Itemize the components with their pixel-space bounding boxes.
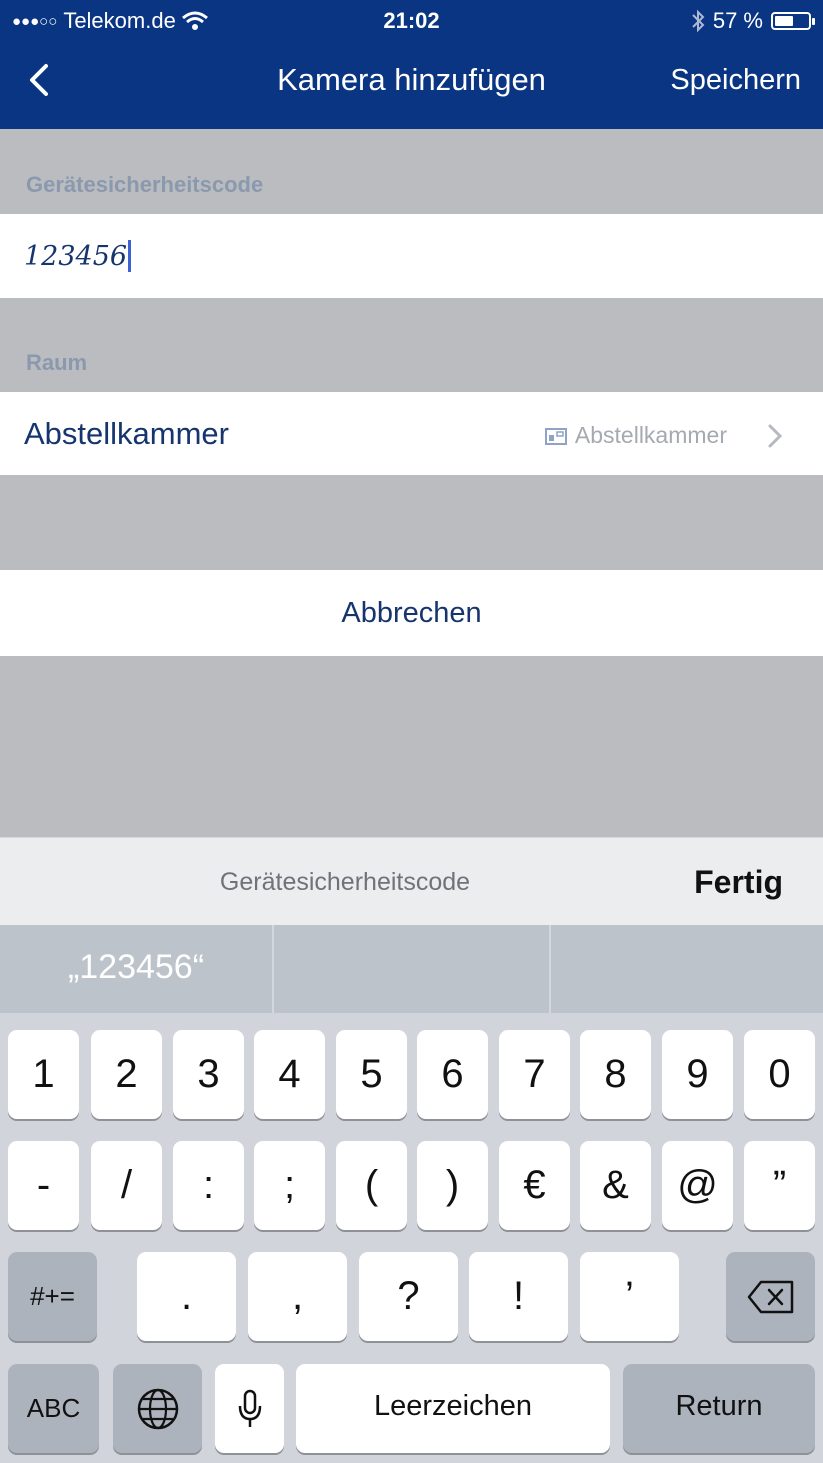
globe-icon — [137, 1388, 178, 1430]
key-row3-1[interactable]: , — [248, 1252, 347, 1341]
text-caret — [128, 240, 132, 272]
key-row2-5[interactable]: ) — [417, 1141, 488, 1230]
nav-bar: Kamera hinzufügen Speichern — [0, 42, 823, 122]
return-key[interactable]: Return — [623, 1364, 815, 1453]
key-row2-4[interactable]: ( — [336, 1141, 407, 1230]
key-more-symbols[interactable]: #+= — [8, 1252, 97, 1341]
key-row3-2[interactable]: ? — [359, 1252, 458, 1341]
key-row3-4[interactable]: ’ — [580, 1252, 679, 1341]
bluetooth-icon — [692, 9, 705, 33]
globe-key[interactable] — [113, 1364, 202, 1453]
room-icon — [544, 427, 567, 445]
security-code-value: 123456 — [24, 240, 128, 272]
room-section-label: Raum — [26, 350, 88, 375]
key-row1-0[interactable]: 1 — [8, 1030, 79, 1119]
key-row3-3[interactable]: ! — [469, 1252, 568, 1341]
accessory-field-label: Gerätesicherheitscode — [219, 868, 471, 896]
key-row1-9[interactable]: 0 — [744, 1030, 815, 1119]
security-code-row[interactable]: 123456 — [0, 214, 823, 298]
status-bar: ●●●○○ Telekom.de 21:02 57 % — [0, 0, 823, 42]
suggestion-bar: „123456“ — [0, 925, 823, 1013]
battery-percentage: 57 % — [712, 8, 763, 33]
key-row2-2[interactable]: : — [173, 1141, 244, 1230]
room-label: Abstellkammer — [24, 416, 229, 451]
abc-key[interactable]: ABC — [8, 1364, 99, 1453]
suggestion-3[interactable] — [551, 925, 823, 1013]
suggestion-1[interactable]: „123456“ — [0, 925, 272, 1013]
key-row1-6[interactable]: 7 — [499, 1030, 570, 1119]
battery-level — [775, 16, 793, 26]
suggestion-2[interactable] — [274, 925, 549, 1013]
security-code-input[interactable]: 123456 — [24, 240, 132, 272]
key-row1-7[interactable]: 8 — [580, 1030, 651, 1119]
key-row1-3[interactable]: 4 — [254, 1030, 325, 1119]
key-row1-4[interactable]: 5 — [336, 1030, 407, 1119]
key-row1-8[interactable]: 9 — [662, 1030, 733, 1119]
backspace-key[interactable] — [726, 1252, 815, 1341]
done-button[interactable]: Fertig — [694, 864, 783, 901]
key-row1-2[interactable]: 3 — [173, 1030, 244, 1119]
key-row2-0[interactable]: - — [8, 1141, 79, 1230]
keyboard: 1234567890 - /:;() € & @” #+= .,?!’ ABC Leer… — [0, 1013, 823, 1463]
microphone-icon — [238, 1389, 261, 1427]
key-row2-7[interactable]: & — [580, 1141, 651, 1230]
header: ●●●○○ Telekom.de 21:02 57 % Kamera hinzu… — [0, 0, 823, 129]
key-row1-1[interactable]: 2 — [91, 1030, 162, 1119]
key-row3-0[interactable]: . — [137, 1252, 236, 1341]
space-key[interactable]: Leerzeichen — [296, 1364, 610, 1453]
chevron-right-icon — [768, 424, 783, 448]
dictation-key[interactable] — [215, 1364, 284, 1453]
room-row[interactable]: Abstellkammer Abstellkammer — [0, 392, 823, 475]
key-row2-6[interactable]: € — [499, 1141, 570, 1230]
key-row2-9[interactable]: ” — [744, 1141, 815, 1230]
backspace-icon — [747, 1280, 793, 1314]
security-code-section-label: Gerätesicherheitscode — [26, 172, 264, 197]
cancel-button[interactable]: Abbrechen — [0, 570, 823, 656]
key-row1-5[interactable]: 6 — [417, 1030, 488, 1119]
save-button[interactable]: Speichern — [670, 64, 801, 97]
keyboard-accessory-bar: Gerätesicherheitscode Fertig — [0, 837, 823, 925]
key-row2-3[interactable]: ; — [254, 1141, 325, 1230]
key-row2-8[interactable]: @ — [662, 1141, 733, 1230]
battery-icon — [771, 12, 815, 30]
room-value: Abstellkammer — [574, 422, 727, 448]
key-row2-1[interactable]: / — [91, 1141, 162, 1230]
